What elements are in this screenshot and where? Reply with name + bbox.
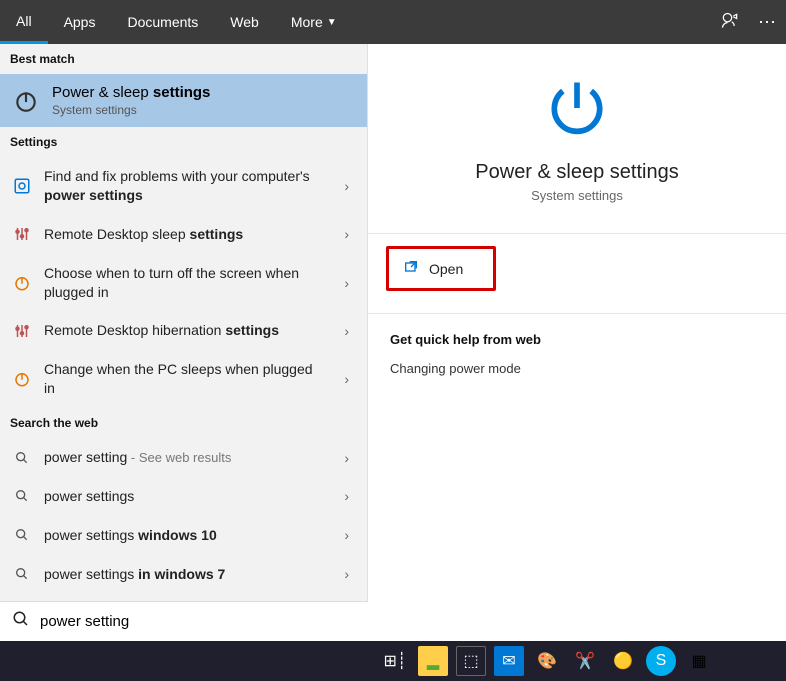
settings-item-label: Find and fix problems with your computer… bbox=[44, 167, 332, 205]
group-search-web: Search the web bbox=[0, 408, 367, 438]
help-link[interactable]: Changing power mode bbox=[390, 361, 764, 376]
power-icon bbox=[12, 87, 40, 115]
options-icon[interactable]: ⋯ bbox=[758, 12, 778, 33]
chevron-right-icon: › bbox=[344, 488, 355, 504]
web-item-label: power settings bbox=[44, 487, 332, 506]
open-label: Open bbox=[429, 261, 463, 277]
settings-item-label: Choose when to turn off the screen when … bbox=[44, 264, 332, 302]
chevron-right-icon: › bbox=[344, 275, 355, 291]
search-box[interactable] bbox=[0, 601, 368, 641]
best-match-result[interactable]: Power & sleep settings System settings bbox=[0, 74, 367, 127]
chevron-right-icon: › bbox=[344, 178, 355, 194]
best-match-title: Power & sleep settings bbox=[52, 84, 210, 101]
web-item[interactable]: power settings › bbox=[0, 477, 367, 516]
search-input[interactable] bbox=[40, 613, 356, 630]
chevron-right-icon: › bbox=[344, 226, 355, 242]
help-header: Get quick help from web bbox=[390, 332, 764, 347]
settings-item-label: Change when the PC sleeps when plugged i… bbox=[44, 360, 332, 398]
tab-documents[interactable]: Documents bbox=[111, 0, 214, 44]
settings-icon bbox=[12, 177, 32, 195]
web-item[interactable]: power settings in windows 7 › bbox=[0, 555, 367, 594]
open-button[interactable]: Open bbox=[386, 246, 496, 291]
app-icon[interactable]: ▦ bbox=[684, 646, 714, 676]
settings-item[interactable]: Remote Desktop hibernation settings › bbox=[0, 311, 367, 350]
tab-more[interactable]: More▼ bbox=[275, 0, 353, 44]
chevron-right-icon: › bbox=[344, 450, 355, 466]
chevron-right-icon: › bbox=[344, 371, 355, 387]
tab-all[interactable]: All bbox=[0, 0, 48, 44]
skype-icon[interactable]: S bbox=[646, 646, 676, 676]
store-icon[interactable]: ⬚ bbox=[456, 646, 486, 676]
power-hero-icon bbox=[543, 74, 611, 147]
search-icon bbox=[12, 527, 32, 543]
web-item-label: power setting - See web results bbox=[44, 448, 332, 467]
snip-icon[interactable]: ✂️ bbox=[570, 646, 600, 676]
preview-subtitle: System settings bbox=[531, 188, 623, 203]
web-item-label: power settings in windows 7 bbox=[44, 565, 332, 584]
preview-title: Power & sleep settings bbox=[475, 161, 678, 184]
mail-icon[interactable]: ✉ bbox=[494, 646, 524, 676]
feedback-icon[interactable] bbox=[720, 11, 740, 34]
settings-item-label: Remote Desktop hibernation settings bbox=[44, 321, 332, 340]
taskbar: ⊞┊ ▂ ⬚ ✉ 🎨 ✂️ 🟡 S ▦ bbox=[0, 641, 786, 681]
tab-apps[interactable]: Apps bbox=[48, 0, 112, 44]
best-match-subtitle: System settings bbox=[52, 103, 210, 117]
search-icon bbox=[12, 488, 32, 504]
web-item[interactable]: power settings windows 10 › bbox=[0, 516, 367, 555]
settings-item[interactable]: Choose when to turn off the screen when … bbox=[0, 254, 367, 312]
settings-item-label: Remote Desktop sleep settings bbox=[44, 225, 332, 244]
search-icon bbox=[12, 450, 32, 466]
settings-item[interactable]: Change when the PC sleeps when plugged i… bbox=[0, 350, 367, 408]
sliders-icon bbox=[12, 322, 32, 340]
paint-icon[interactable]: 🎨 bbox=[532, 646, 562, 676]
settings-item[interactable]: Remote Desktop sleep settings › bbox=[0, 215, 367, 254]
group-settings: Settings bbox=[0, 127, 367, 157]
power-icon bbox=[12, 370, 32, 388]
open-icon bbox=[403, 259, 419, 278]
task-view-icon[interactable]: ⊞┊ bbox=[380, 646, 410, 676]
group-best-match: Best match bbox=[0, 44, 367, 74]
preview-panel: Power & sleep settings System settings O… bbox=[368, 44, 786, 641]
settings-item[interactable]: Find and fix problems with your computer… bbox=[0, 157, 367, 215]
web-item-label: power settings windows 10 bbox=[44, 526, 332, 545]
chevron-right-icon: › bbox=[344, 527, 355, 543]
power-icon bbox=[12, 274, 32, 292]
chevron-right-icon: › bbox=[344, 566, 355, 582]
search-tabs: All Apps Documents Web More▼ ⋯ bbox=[0, 0, 786, 44]
search-icon bbox=[12, 610, 40, 633]
results-panel: Best match Power & sleep settings System… bbox=[0, 44, 368, 641]
chrome-icon[interactable]: 🟡 bbox=[608, 646, 638, 676]
sliders-icon bbox=[12, 225, 32, 243]
web-item[interactable]: power setting - See web results › bbox=[0, 438, 367, 477]
chevron-right-icon: › bbox=[344, 323, 355, 339]
search-icon bbox=[12, 566, 32, 582]
file-explorer-icon[interactable]: ▂ bbox=[418, 646, 448, 676]
divider bbox=[368, 233, 786, 234]
tab-web[interactable]: Web bbox=[214, 0, 275, 44]
